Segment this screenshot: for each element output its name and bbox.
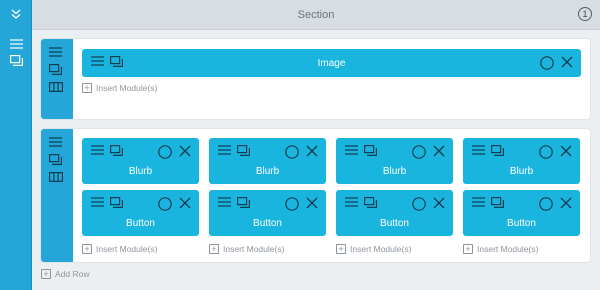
- duplicate-icon[interactable]: [491, 145, 504, 156]
- hamburger-icon[interactable]: [10, 39, 23, 49]
- blurb-module[interactable]: Blurb: [463, 138, 580, 184]
- insert-modules-label: Insert Module(s): [223, 244, 285, 254]
- row-1: Image + Insert Module(s): [41, 39, 590, 119]
- duplicate-icon[interactable]: [49, 64, 62, 75]
- close-icon[interactable]: [560, 197, 572, 211]
- hamburger-icon[interactable]: [345, 197, 358, 208]
- insert-modules-label: Insert Module(s): [350, 244, 412, 254]
- hamburger-icon[interactable]: [472, 145, 485, 156]
- module-label: Blurb: [382, 166, 407, 177]
- plus-icon: +: [41, 269, 51, 279]
- duplicate-icon[interactable]: [49, 154, 62, 165]
- close-icon[interactable]: [306, 197, 318, 211]
- row-1-sidebar: [41, 39, 73, 119]
- insert-modules-label: Insert Module(s): [477, 244, 539, 254]
- module-label: Button: [253, 218, 282, 229]
- hamburger-icon[interactable]: [91, 145, 104, 156]
- blurb-module[interactable]: Blurb: [82, 138, 199, 184]
- columns-icon[interactable]: [49, 82, 63, 92]
- settings-circle-icon[interactable]: [285, 197, 299, 211]
- section-header: Section 1: [32, 0, 600, 30]
- duplicate-icon[interactable]: [491, 197, 504, 208]
- settings-circle-icon[interactable]: [158, 197, 172, 211]
- close-icon[interactable]: [179, 197, 191, 211]
- close-icon[interactable]: [306, 145, 318, 159]
- close-icon[interactable]: [433, 197, 445, 211]
- settings-circle-icon[interactable]: [539, 197, 553, 211]
- close-icon[interactable]: [433, 145, 445, 159]
- settings-circle-icon[interactable]: [412, 197, 426, 211]
- plus-icon: +: [336, 244, 346, 254]
- row-2: Blurb Button + Insert Module(s) Blurb Bu…: [41, 129, 590, 262]
- section-sidebar: [0, 0, 32, 290]
- blurb-module[interactable]: Blurb: [336, 138, 453, 184]
- close-icon[interactable]: [179, 145, 191, 159]
- row-2-sidebar: [41, 129, 73, 262]
- duplicate-icon[interactable]: [364, 197, 377, 208]
- module-label: Button: [380, 218, 409, 229]
- duplicate-icon[interactable]: [110, 197, 123, 208]
- insert-modules-button[interactable]: + Insert Module(s): [82, 83, 157, 93]
- duplicate-icon[interactable]: [237, 145, 250, 156]
- insert-modules-label: Insert Module(s): [96, 244, 158, 254]
- module-label: Blurb: [509, 166, 534, 177]
- section-count-badge[interactable]: 1: [578, 7, 592, 21]
- collapse-chevron-icon[interactable]: [10, 8, 22, 20]
- hamburger-icon[interactable]: [49, 137, 62, 147]
- close-icon[interactable]: [560, 145, 572, 159]
- plus-icon: +: [82, 83, 92, 93]
- module-label: Blurb: [128, 166, 153, 177]
- duplicate-icon[interactable]: [110, 145, 123, 156]
- blurb-module[interactable]: Blurb: [209, 138, 326, 184]
- module-label: Image: [317, 58, 346, 69]
- button-module[interactable]: Button: [209, 190, 326, 236]
- plus-icon: +: [463, 244, 473, 254]
- insert-modules-button[interactable]: + Insert Module(s): [336, 244, 411, 254]
- hamburger-icon[interactable]: [49, 47, 62, 57]
- hamburger-icon[interactable]: [218, 145, 231, 156]
- columns-icon[interactable]: [49, 172, 63, 182]
- insert-modules-button[interactable]: + Insert Module(s): [463, 244, 538, 254]
- settings-circle-icon[interactable]: [539, 145, 553, 159]
- settings-circle-icon[interactable]: [158, 145, 172, 159]
- hamburger-icon[interactable]: [345, 145, 358, 156]
- close-icon[interactable]: [561, 56, 573, 70]
- insert-modules-button[interactable]: + Insert Module(s): [82, 244, 157, 254]
- settings-circle-icon[interactable]: [540, 56, 554, 70]
- settings-circle-icon[interactable]: [285, 145, 299, 159]
- plus-icon: +: [209, 244, 219, 254]
- button-module[interactable]: Button: [463, 190, 580, 236]
- add-row-button[interactable]: + Add Row: [41, 269, 90, 279]
- module-label: Button: [507, 218, 536, 229]
- duplicate-icon[interactable]: [364, 145, 377, 156]
- add-row-label: Add Row: [55, 269, 90, 279]
- button-module[interactable]: Button: [336, 190, 453, 236]
- insert-modules-label: Insert Module(s): [96, 83, 158, 93]
- hamburger-icon[interactable]: [218, 197, 231, 208]
- hamburger-icon[interactable]: [472, 197, 485, 208]
- hamburger-icon[interactable]: [91, 197, 104, 208]
- module-label: Button: [126, 218, 155, 229]
- duplicate-icon[interactable]: [237, 197, 250, 208]
- image-module[interactable]: Image: [82, 49, 581, 77]
- section-title: Section: [297, 9, 335, 21]
- settings-circle-icon[interactable]: [412, 145, 426, 159]
- plus-icon: +: [82, 244, 92, 254]
- insert-modules-button[interactable]: + Insert Module(s): [209, 244, 284, 254]
- button-module[interactable]: Button: [82, 190, 199, 236]
- duplicate-icon[interactable]: [10, 55, 23, 66]
- module-label: Blurb: [255, 166, 280, 177]
